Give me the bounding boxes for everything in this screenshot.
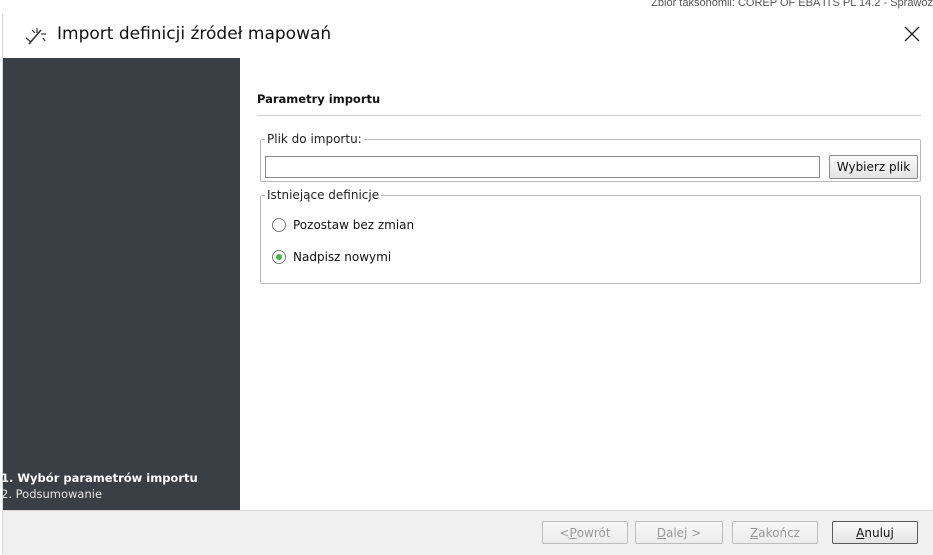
section-title: Parametry importu xyxy=(257,92,381,106)
wizard-step-1: 1. Wybór parametrów importu xyxy=(1,471,198,485)
choose-file-button[interactable]: Wybierz plik xyxy=(829,155,918,179)
background-window: Zbiór taksonomii: COREP OF EBA ITS PL 14… xyxy=(0,0,933,14)
cancel-button[interactable]: Anuluj xyxy=(832,521,918,544)
next-button[interactable]: Dalej > xyxy=(635,521,723,544)
title-bar: Import definicji źródeł mapowań xyxy=(3,14,933,58)
close-icon[interactable] xyxy=(900,22,924,46)
finish-button-rest: akończ xyxy=(758,525,800,540)
existing-definitions-legend: Istniejące definicje xyxy=(267,188,380,202)
wizard-wand-icon xyxy=(23,24,49,48)
dialog-title: Import definicji źródeł mapowań xyxy=(57,24,332,44)
wizard-step-2: 2. Podsumowanie xyxy=(1,487,103,501)
next-button-mnemonic: D xyxy=(656,525,666,540)
existing-definitions-group: Istniejące definicje Pozostaw bez zmian … xyxy=(260,188,921,284)
back-button-mnemonic: P xyxy=(569,525,577,540)
wizard-steps: 1. Wybór parametrów importu 2. Podsumowa… xyxy=(1,470,198,502)
import-dialog: Import definicji źródeł mapowań 1. Wybór… xyxy=(1,14,933,555)
cancel-button-mnemonic: A xyxy=(856,525,865,540)
finish-button-mnemonic: Z xyxy=(750,525,759,540)
next-button-rest: alej > xyxy=(665,525,702,540)
back-button[interactable]: < Powrót xyxy=(542,521,628,544)
file-group: Plik do importu: Wybierz plik xyxy=(260,132,921,182)
section-divider xyxy=(257,115,921,116)
cancel-button-rest: nuluj xyxy=(864,525,894,540)
file-path-input[interactable] xyxy=(265,156,820,178)
option-keep-unchanged[interactable]: Pozostaw bez zmian xyxy=(272,218,414,232)
background-window-title: Zbiór taksonomii: COREP OF EBA ITS PL 14… xyxy=(651,0,933,9)
option-overwrite[interactable]: Nadpisz nowymi xyxy=(272,250,391,264)
wizard-steps-sidebar: 1. Wybór parametrów importu 2. Podsumowa… xyxy=(1,58,240,510)
wizard-content: Parametry importu Plik do importu: Wybie… xyxy=(240,58,933,510)
finish-button[interactable]: Zakończ xyxy=(732,521,818,544)
option-overwrite-label: Nadpisz nowymi xyxy=(293,250,392,264)
file-group-legend: Plik do importu: xyxy=(267,132,362,146)
radio-keep-unchanged[interactable] xyxy=(272,218,286,232)
option-keep-unchanged-label: Pozostaw bez zmian xyxy=(293,218,415,232)
dialog-footer: < Powrót Dalej > Zakończ Anuluj xyxy=(3,510,933,555)
back-button-rest: owrót xyxy=(576,525,611,540)
radio-overwrite[interactable] xyxy=(272,250,286,264)
back-button-prefix: < xyxy=(559,525,570,540)
